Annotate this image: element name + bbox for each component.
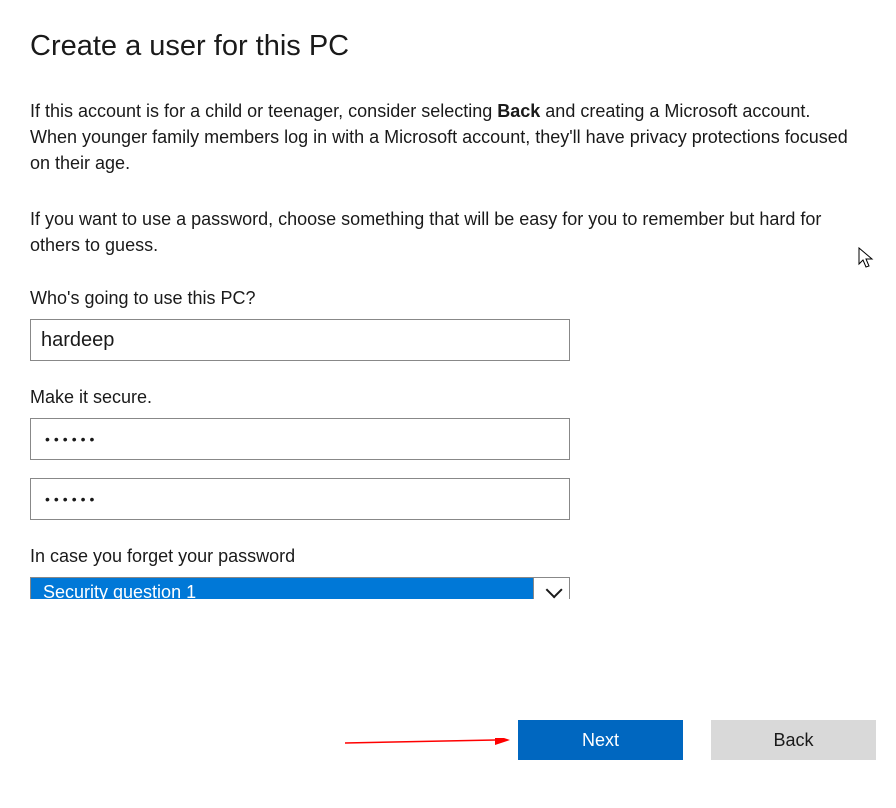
username-input[interactable] xyxy=(30,319,570,361)
security-question-label: In case you forget your password xyxy=(30,546,866,567)
annotation-arrow-icon xyxy=(345,738,515,758)
page-title: Create a user for this PC xyxy=(30,30,866,63)
security-question-select[interactable]: Security question 1 xyxy=(30,577,570,599)
next-button[interactable]: Next xyxy=(518,720,683,760)
username-label: Who's going to use this PC? xyxy=(30,288,866,309)
confirm-password-input[interactable]: •••••• xyxy=(30,478,570,520)
password-section-label: Make it secure. xyxy=(30,387,866,408)
password-input[interactable]: •••••• xyxy=(30,418,570,460)
info-paragraph-1: If this account is for a child or teenag… xyxy=(30,98,860,176)
footer-buttons: Next Back xyxy=(518,720,876,760)
security-question-selected-text: Security question 1 xyxy=(43,582,196,600)
select-arrow-box[interactable] xyxy=(533,577,569,599)
chevron-down-icon xyxy=(545,582,562,599)
back-button[interactable]: Back xyxy=(711,720,876,760)
para1-pre: If this account is for a child or teenag… xyxy=(30,101,497,121)
info-paragraph-2: If you want to use a password, choose so… xyxy=(30,206,860,258)
para1-bold-back: Back xyxy=(497,101,540,121)
